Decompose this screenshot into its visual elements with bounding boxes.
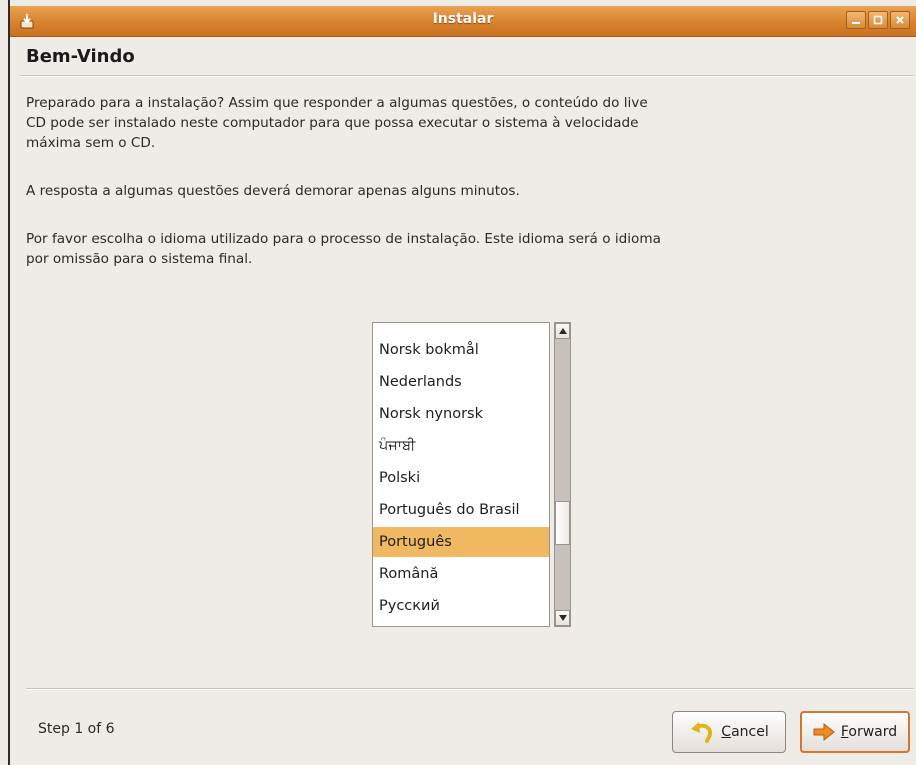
list-item-norsk-bokmal[interactable]: Norsk bokmål — [373, 335, 549, 365]
list-item-polski[interactable]: Polski — [373, 463, 549, 493]
duration-paragraph: A resposta a algumas questões deverá dem… — [26, 183, 520, 199]
language-list[interactable]: Norsk bokmål Nederlands Norsk nynorsk ਪੰ… — [372, 322, 550, 627]
language-list-scrollbar[interactable] — [554, 322, 571, 627]
scroll-down-button[interactable] — [555, 610, 570, 626]
title-bar[interactable]: Instalar — [10, 6, 916, 37]
close-icon — [896, 16, 904, 24]
undo-arrow-icon — [691, 722, 713, 743]
list-item-punjabi[interactable]: ਪੰਜਾਬੀ — [373, 431, 549, 461]
close-button[interactable] — [890, 11, 910, 29]
heading-divider — [20, 75, 914, 77]
scroll-up-button[interactable] — [555, 323, 570, 339]
forward-arrow-icon — [813, 723, 835, 741]
installer-window: Instalar Bem-Vindo Preparado para a inst… — [8, 0, 916, 765]
footer-divider — [26, 688, 914, 690]
cancel-button[interactable]: Cancel — [672, 711, 786, 753]
list-item-portugues-selected[interactable]: Português — [373, 527, 549, 557]
list-item-norsk-nynorsk[interactable]: Norsk nynorsk — [373, 399, 549, 429]
scroll-thumb[interactable] — [555, 501, 570, 545]
list-item-partial — [373, 323, 549, 329]
cancel-button-label: Cancel — [721, 724, 769, 740]
list-item-nederlands[interactable]: Nederlands — [373, 367, 549, 397]
list-item-portugues-brasil[interactable]: Português do Brasil — [373, 495, 549, 525]
language-instructions-paragraph: Por favor escolha o idioma utilizado par… — [26, 231, 661, 267]
list-item-romana[interactable]: Română — [373, 559, 549, 589]
maximize-icon — [873, 15, 883, 25]
arrow-down-icon — [558, 615, 567, 621]
minimize-button[interactable] — [846, 11, 866, 29]
maximize-button[interactable] — [868, 11, 888, 29]
page-heading: Bem-Vindo — [26, 46, 135, 67]
intro-paragraph: Preparado para a instalação? Assim que r… — [26, 95, 648, 151]
window-title: Instalar — [432, 11, 494, 27]
forward-button-label: Forward — [840, 724, 898, 740]
step-indicator: Step 1 of 6 — [38, 721, 115, 737]
minimize-icon — [852, 22, 860, 24]
list-item-russkiy[interactable]: Русский — [373, 591, 549, 621]
arrow-up-icon — [558, 328, 567, 334]
forward-button[interactable]: Forward — [800, 711, 910, 753]
